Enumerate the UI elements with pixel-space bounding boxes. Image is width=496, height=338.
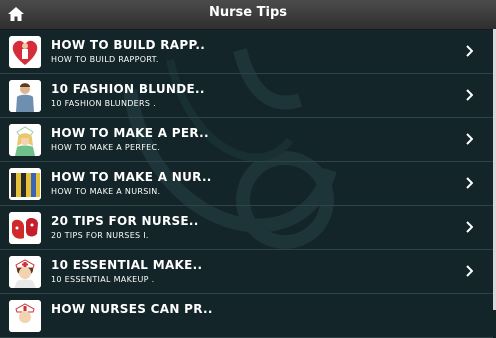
list-item[interactable]: HOW TO MAKE A NUR.. HOW TO MAKE A NURSIN… [0,162,493,206]
shoes-icon [9,212,41,244]
chevron-right-icon [466,133,473,145]
list-item[interactable]: HOW TO BUILD RAPP.. HOW TO BUILD RAPPORT… [0,30,493,74]
item-title: 10 FASHION BLUNDE.. [51,82,205,96]
nurse-scrubs-icon [9,80,41,112]
chevron-right-icon [466,45,473,57]
chevron-right-icon [466,177,473,189]
item-title: 20 TIPS FOR NURSE.. [51,214,199,228]
item-subtitle: 10 FASHION BLUNDERS . [51,99,156,108]
list-item[interactable]: 20 TIPS FOR NURSE.. 20 TIPS FOR NURSES I… [0,206,493,250]
list-item[interactable]: HOW TO MAKE A PER.. HOW TO MAKE A PERFEC… [0,118,493,162]
item-subtitle: 20 TIPS FOR NURSES I. [51,231,149,240]
nurse-face-icon [9,256,41,288]
item-subtitle: HOW TO MAKE A NURSIN. [51,187,161,196]
item-title: HOW TO MAKE A NUR.. [51,170,212,184]
tips-list: HOW TO BUILD RAPP.. HOW TO BUILD RAPPORT… [0,30,493,338]
item-subtitle: HOW TO MAKE A PERFEC. [51,143,161,152]
item-title: HOW NURSES CAN PR.. [51,302,213,316]
app-title: Nurse Tips [209,5,287,20]
item-subtitle: 10 ESSENTIAL MAKEUP . [51,275,155,284]
chevron-right-icon [466,89,473,101]
nurse-partial-icon [9,300,41,332]
app-header: Nurse Tips [0,0,496,30]
item-title: 10 ESSENTIAL MAKE.. [51,258,203,272]
item-title: HOW TO MAKE A PER.. [51,126,209,140]
binders-icon [9,168,41,200]
chevron-right-icon [466,221,473,233]
item-subtitle: HOW TO BUILD RAPPORT. [51,55,159,64]
list-item[interactable]: HOW NURSES CAN PR.. [0,294,493,338]
nurse-character-icon [9,124,41,156]
item-title: HOW TO BUILD RAPP.. [51,38,206,52]
chevron-right-icon [466,265,473,277]
list-item[interactable]: 10 ESSENTIAL MAKE.. 10 ESSENTIAL MAKEUP … [0,250,493,294]
list-item[interactable]: 10 FASHION BLUNDE.. 10 FASHION BLUNDERS … [0,74,493,118]
nurse-heart-icon [9,36,41,68]
